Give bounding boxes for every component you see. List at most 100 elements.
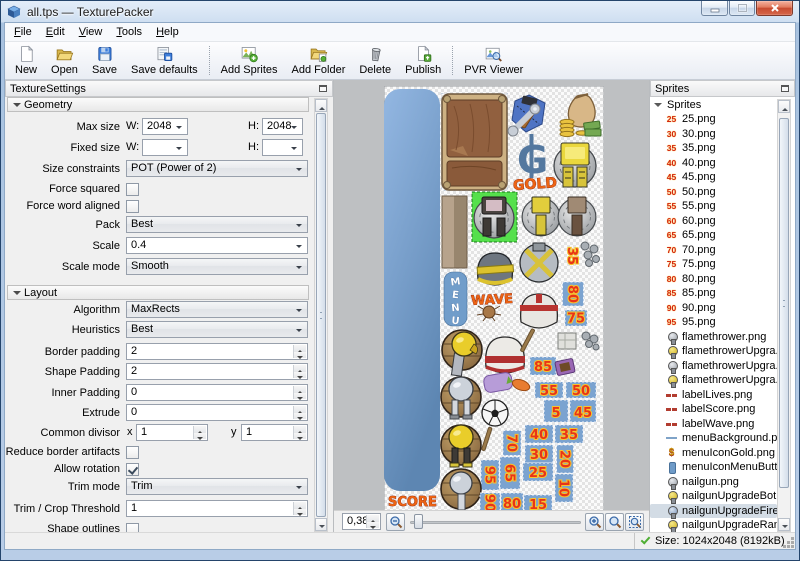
sprite-number-tile[interactable]: 25 [523, 463, 553, 481]
zoom-slider[interactable] [410, 521, 581, 524]
sprite-number-tile[interactable]: 70 [503, 431, 521, 456]
list-item[interactable]: 4040.png [650, 156, 777, 171]
shape-padding-spinner[interactable]: 2 [126, 363, 308, 380]
algorithm-combo[interactable]: MaxRects [126, 301, 308, 318]
sprite-number-tile[interactable]: 85 [530, 357, 556, 375]
list-item[interactable]: 8585.png [650, 286, 777, 301]
zoom-in-button[interactable] [585, 513, 604, 531]
sprite-gold-icon[interactable]: G [517, 134, 548, 182]
size-constraints-combo[interactable]: POT (Power of 2) [126, 160, 308, 177]
scroll-down-arrow[interactable] [778, 518, 790, 531]
common-divisor-x-spinner[interactable]: 1 [136, 424, 208, 441]
scroll-down-arrow[interactable] [315, 518, 327, 531]
list-item[interactable]: 7575.png [650, 257, 777, 272]
menu-file[interactable]: File [7, 24, 39, 40]
sprite-number-tile[interactable]: 50 [566, 382, 596, 399]
sprite-number-tile[interactable]: 65 [500, 457, 520, 489]
list-item[interactable]: 8080.png [650, 272, 777, 287]
sprite-number-tile[interactable]: 40 [525, 425, 553, 443]
texture-preview-area[interactable]: G GOLD [334, 80, 649, 532]
menu-tools[interactable]: Tools [109, 24, 149, 40]
sprite-helmet[interactable] [485, 337, 525, 373]
scale-combo[interactable]: 0.4 [126, 237, 308, 254]
list-item[interactable]: nailgunUpgradeRan... [650, 518, 777, 532]
list-item[interactable]: 3535.png [650, 141, 777, 156]
scroll-up-arrow[interactable] [315, 99, 327, 112]
list-item[interactable]: menuIconMenuButt... [650, 460, 777, 475]
list-item[interactable]: nailgunUpgradeBot... [650, 489, 777, 504]
list-item[interactable]: 9090.png [650, 301, 777, 316]
list-item[interactable]: labelWave.png [650, 417, 777, 432]
sprites-scrollbar[interactable] [777, 99, 791, 532]
sprite-cannon[interactable] [441, 469, 481, 510]
reduce-border-artifacts-checkbox[interactable] [126, 446, 139, 459]
settings-scrollbar[interactable] [314, 98, 328, 532]
pack-combo[interactable]: Best [126, 216, 308, 233]
sprite-number-tile[interactable]: 20 [557, 445, 574, 473]
add-sprites-button[interactable]: Add Sprites [214, 43, 285, 78]
scroll-up-arrow[interactable] [778, 100, 790, 113]
sprite-number-tile[interactable]: 30 [525, 445, 553, 463]
sprite-gold-label[interactable]: GOLD [513, 175, 558, 194]
close-button[interactable] [756, 1, 793, 16]
save-button[interactable]: Save [85, 43, 124, 78]
sprite-number-tile[interactable]: 80 [563, 282, 584, 306]
sprite-menu-ribbon[interactable]: M E N U [444, 272, 467, 327]
sprite-helmet[interactable] [520, 243, 558, 282]
publish-button[interactable]: Publish [398, 43, 448, 78]
delete-button[interactable]: Delete [352, 43, 398, 78]
menu-view[interactable]: View [72, 24, 110, 40]
float-panel-icon[interactable] [319, 85, 327, 92]
layout-section-header[interactable]: Layout [7, 285, 309, 300]
sprite-number-tile[interactable]: 55 [535, 382, 563, 399]
list-item[interactable]: $menuIconGold.png [650, 446, 777, 461]
scale-mode-combo[interactable]: Smooth [126, 258, 308, 275]
list-item[interactable]: labelLives.png [650, 388, 777, 403]
max-size-w-combo[interactable]: 2048 [142, 118, 188, 135]
fixed-size-w-combo[interactable] [142, 139, 188, 156]
save-defaults-button[interactable]: Save defaults [124, 43, 205, 78]
fixed-size-h-combo[interactable] [262, 139, 303, 156]
list-item[interactable]: nailgun.png [650, 475, 777, 490]
heuristics-combo[interactable]: Best [126, 321, 308, 338]
sprite-wooden-sign[interactable] [442, 94, 508, 191]
add-folder-button[interactable]: Add Folder [285, 43, 353, 78]
trim-mode-combo[interactable]: Trim [126, 478, 308, 495]
scrollbar-thumb[interactable] [779, 118, 789, 488]
list-item[interactable]: 4545.png [650, 170, 777, 185]
sprite-candy[interactable] [555, 358, 576, 375]
list-item[interactable]: flamethrowerUpgra... [650, 359, 777, 374]
zoom-out-button[interactable] [386, 513, 405, 531]
sprite-score-label[interactable]: SCORE [388, 495, 437, 510]
sprite-number-tile[interactable]: 10 [555, 474, 573, 502]
sprite-number-tile[interactable]: 95 [481, 460, 499, 490]
scrollbar-thumb[interactable] [316, 113, 326, 517]
list-item[interactable]: 3030.png [650, 127, 777, 142]
sprite-helmet[interactable] [477, 253, 513, 285]
sprite-crate[interactable] [558, 333, 576, 349]
inner-padding-spinner[interactable]: 0 [126, 384, 308, 401]
force-squared-checkbox[interactable] [126, 183, 139, 196]
sprites-tree-root[interactable]: Sprites [654, 99, 701, 111]
float-panel-icon[interactable] [781, 85, 789, 92]
trim-threshold-spinner[interactable]: 1 [126, 500, 308, 517]
sprite-number[interactable]: 35 [564, 247, 579, 265]
maximize-button[interactable] [729, 1, 755, 16]
sprite-soccer-ball[interactable] [482, 400, 508, 426]
list-item[interactable]: menuBackground.png [650, 431, 777, 446]
sprite-turret[interactable] [558, 197, 596, 236]
minimize-button[interactable] [701, 1, 728, 16]
force-word-aligned-checkbox[interactable] [126, 200, 139, 213]
sprite-number-tile[interactable]: 75 [565, 310, 587, 327]
geometry-section-header[interactable]: Geometry [7, 97, 309, 112]
sprite-number-tile[interactable]: 35 [555, 425, 583, 443]
sprite-helmet[interactable] [520, 294, 558, 328]
sprite-turret-selected[interactable] [472, 192, 517, 242]
texture-preview[interactable]: G GOLD [384, 86, 604, 513]
new-button[interactable]: New [8, 43, 44, 78]
sprite-number-tile[interactable]: 45 [570, 400, 596, 422]
zoom-fit-button[interactable] [625, 513, 644, 531]
list-item[interactable]: flamethrower.png [650, 330, 777, 345]
resize-grip[interactable] [791, 545, 794, 548]
sprite-number-tile[interactable]: 5 [544, 400, 568, 422]
